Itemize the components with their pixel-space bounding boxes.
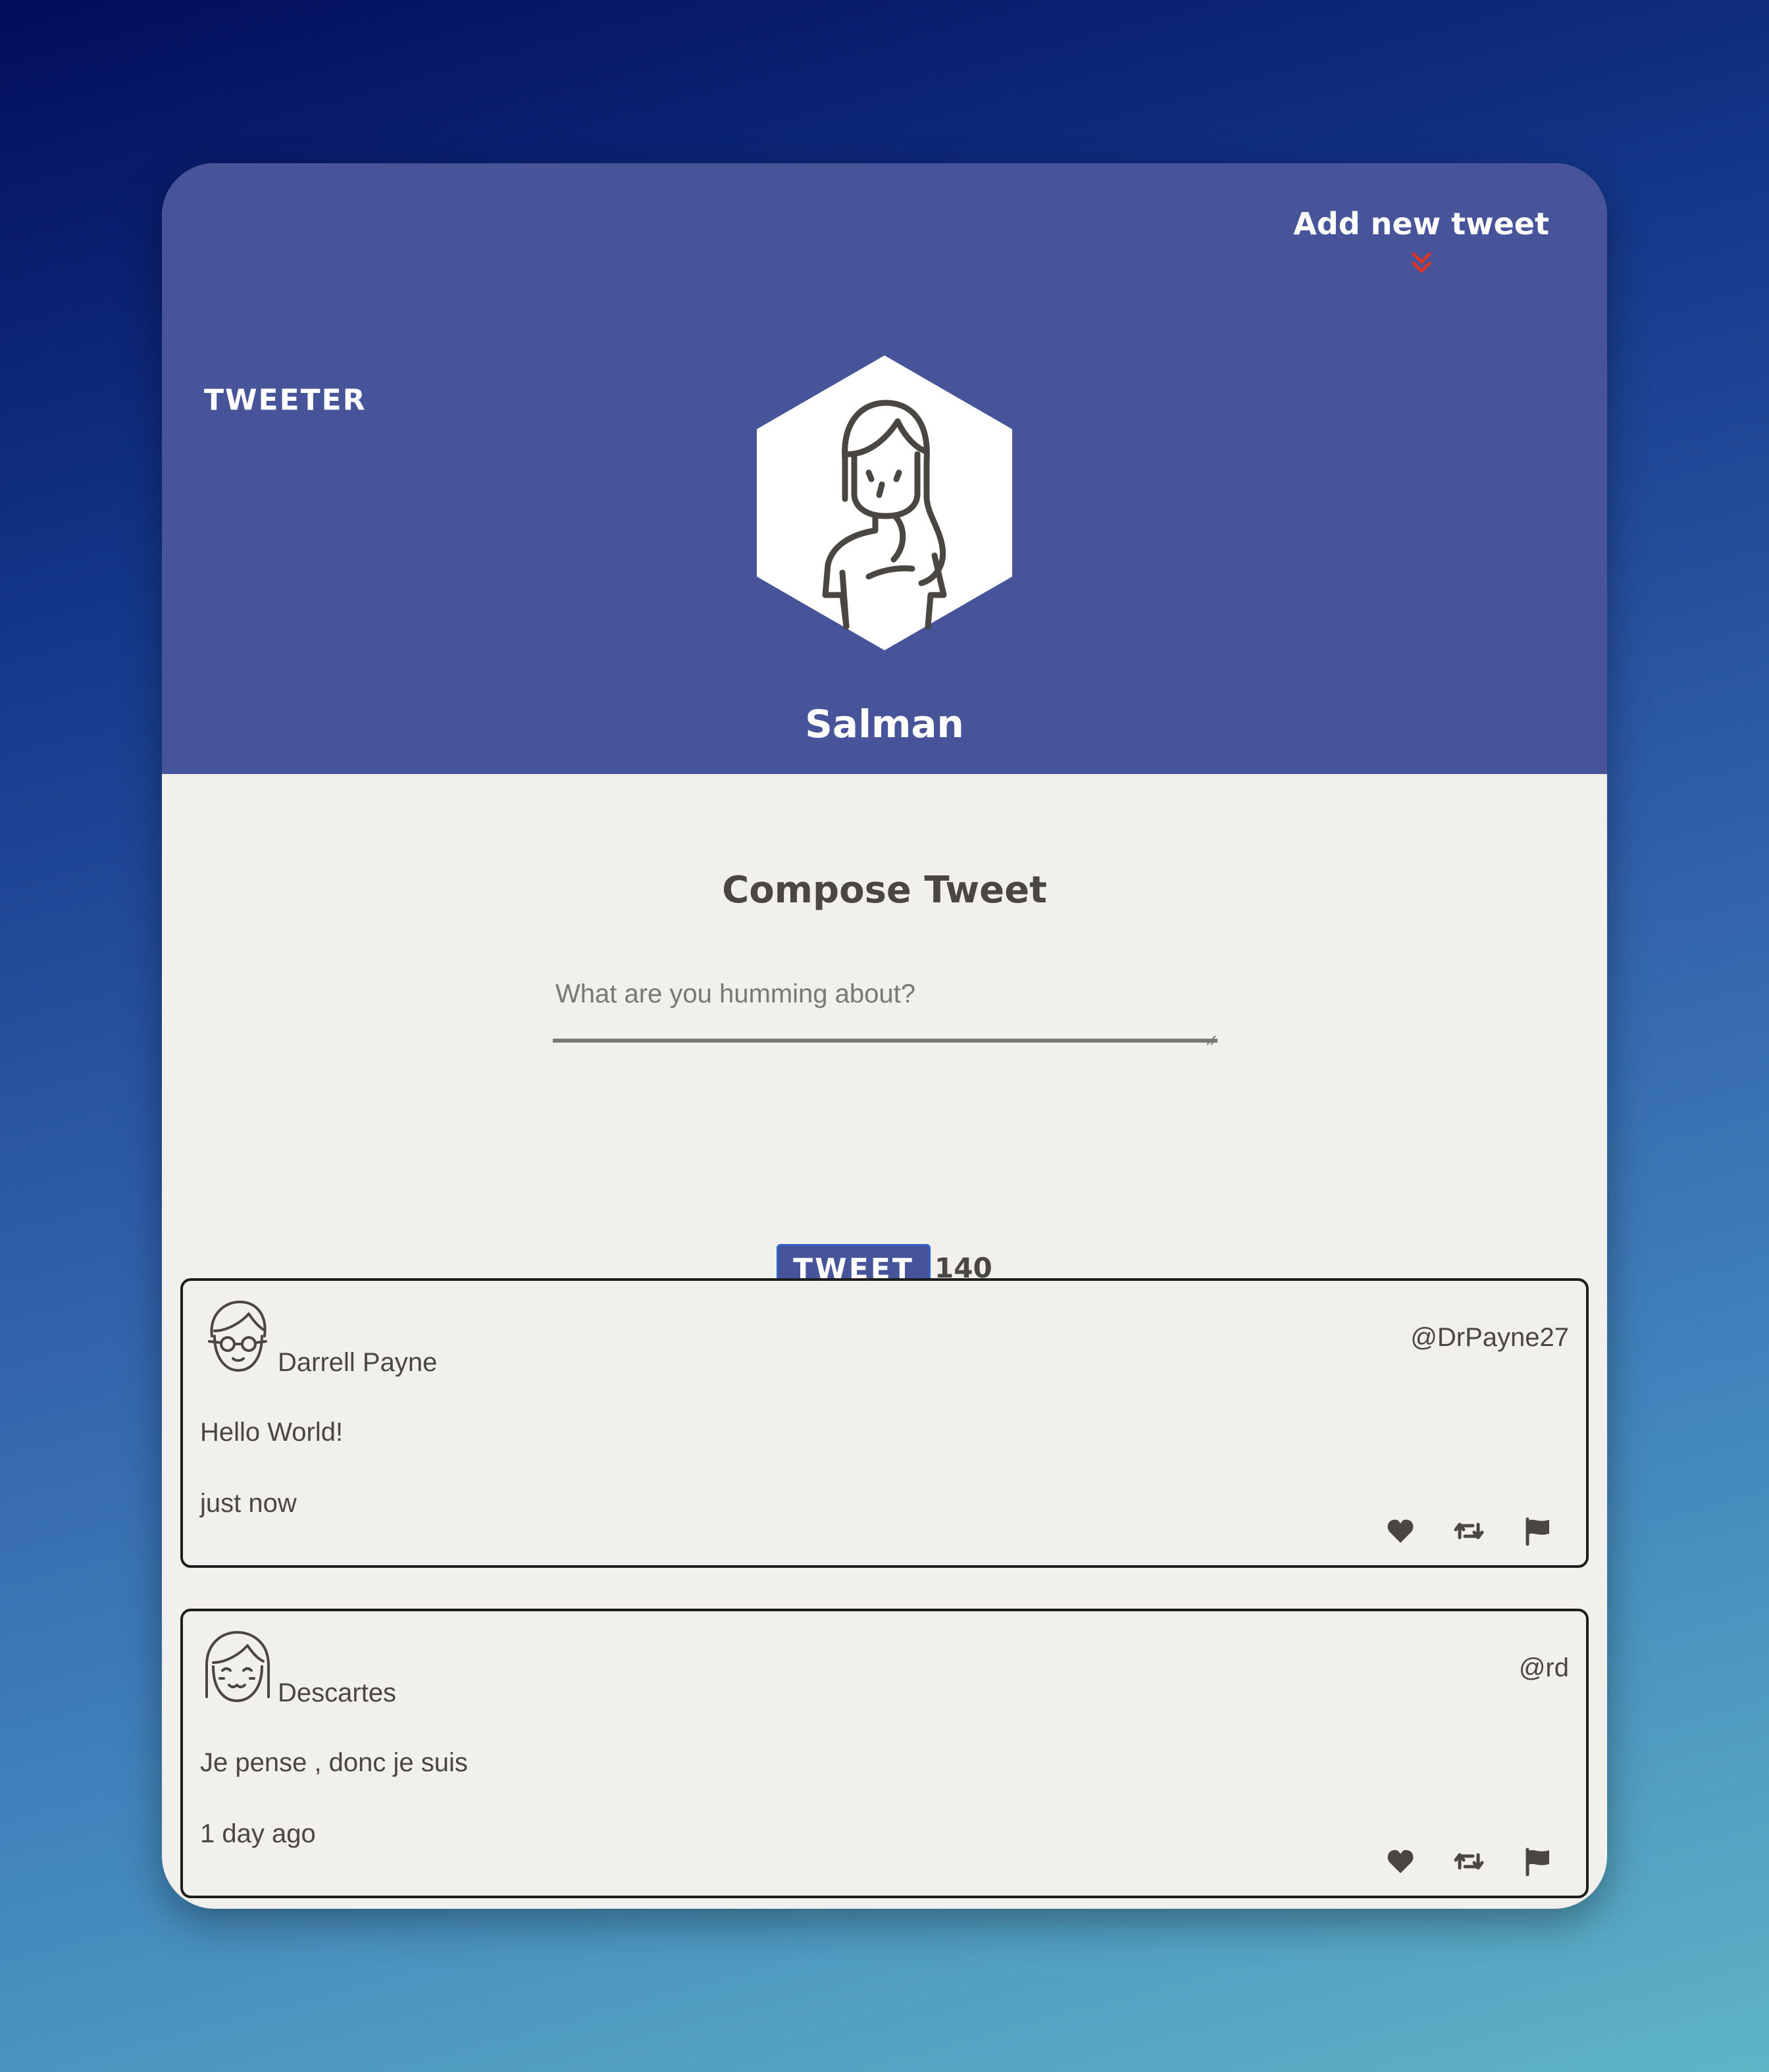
tweet-content: Hello World! [200,1418,344,1447]
tweet-author-handle: @DrPayne27 [1410,1323,1569,1352]
retweet-icon[interactable] [1453,1846,1485,1877]
tweet-card: Darrell Payne @DrPayne27 Hello World! ju… [180,1278,1589,1568]
textarea-resize-handle[interactable] [1206,1035,1216,1045]
double-chevron-down-icon[interactable] [1407,249,1436,278]
compose-title: Compose Tweet [722,869,1047,912]
heart-icon[interactable] [1385,1846,1416,1877]
smiling-girl-avatar-icon [205,1631,270,1702]
tweet-timestamp: just now [200,1489,297,1518]
tweet-actions [1385,1515,1553,1547]
heart-icon[interactable] [1385,1515,1416,1547]
tweet-author-handle: @rd [1518,1653,1569,1682]
brand-logo[interactable]: TWEETER [204,384,367,417]
profile-header: TWEETER Add new tweet Salman [162,163,1607,774]
flag-icon[interactable] [1522,1515,1553,1547]
add-new-tweet-toggle[interactable]: Add new tweet [1293,204,1549,278]
glasses-man-avatar-icon [208,1301,267,1372]
tweet-actions [1385,1846,1553,1877]
retweet-icon[interactable] [1453,1515,1485,1547]
compose-tweet-input[interactable] [553,969,1218,1043]
add-new-tweet-label[interactable]: Add new tweet [1293,204,1549,244]
flag-icon[interactable] [1522,1846,1553,1877]
profile-avatar [757,355,1012,650]
app-card: TWEETER Add new tweet Salman Compose Twe… [162,163,1607,1909]
tweet-card: Descartes @rd Je pense , donc je suis 1 … [180,1609,1589,1898]
tweet-author-name: Darrell Payne [278,1348,438,1377]
tweet-author-name: Descartes [278,1678,397,1707]
tweet-timestamp: 1 day ago [200,1819,316,1848]
profile-user-name: Salman [805,702,964,746]
tweet-content: Je pense , donc je suis [200,1748,468,1777]
